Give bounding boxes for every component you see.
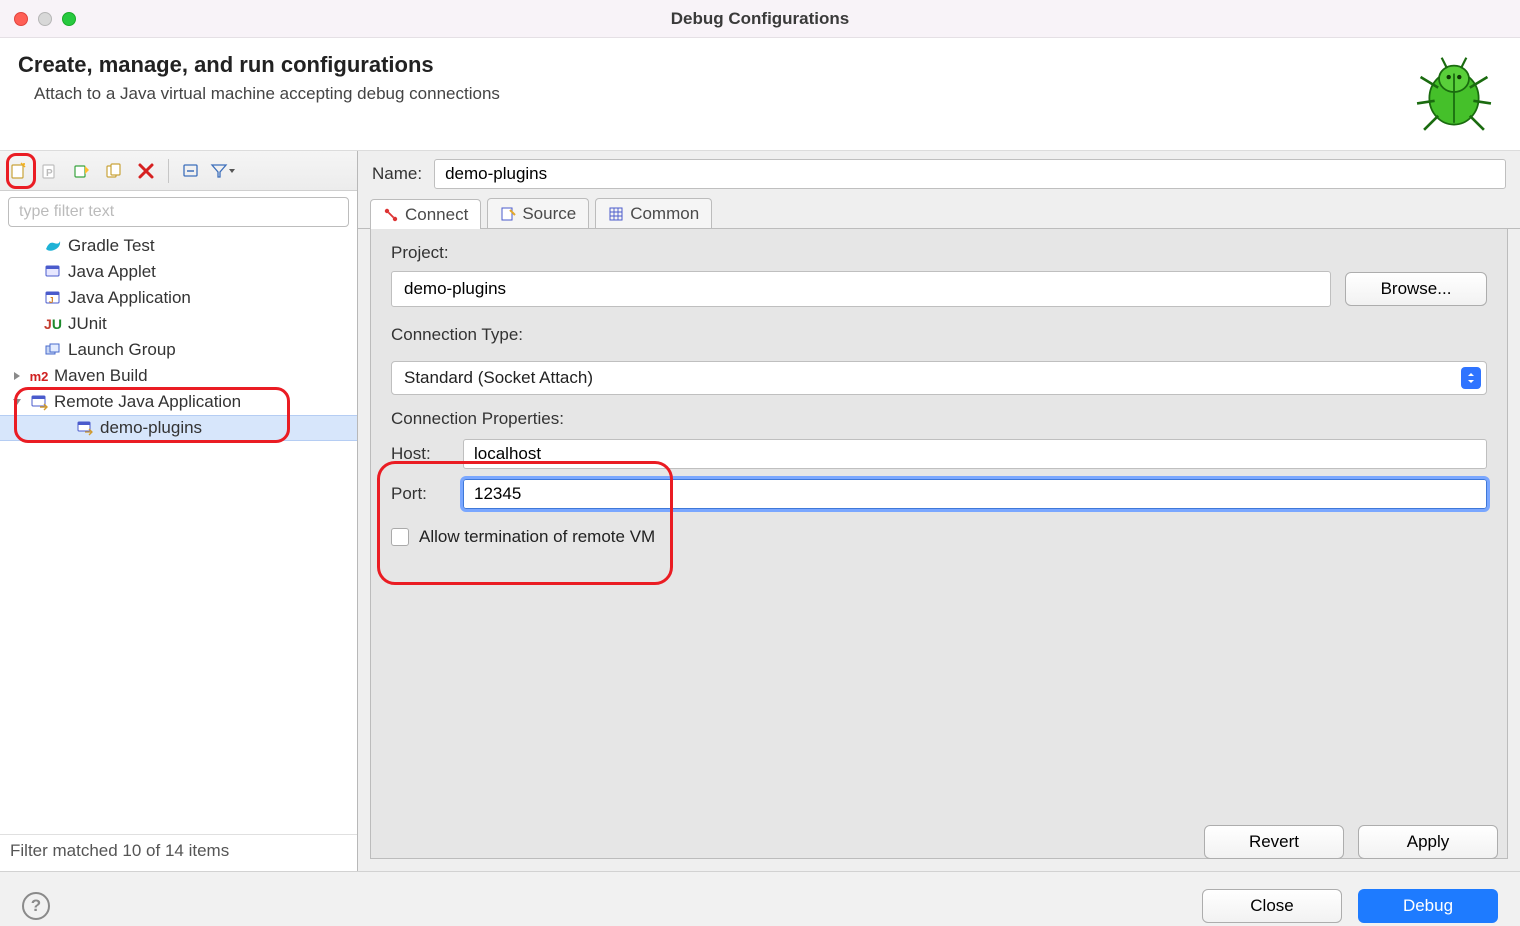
collapse-all-button[interactable] [177, 157, 205, 185]
header-title: Create, manage, and run configurations [18, 52, 500, 78]
host-label: Host: [391, 444, 451, 464]
apply-button[interactable]: Apply [1358, 825, 1498, 859]
new-config-button[interactable] [4, 157, 32, 185]
tabstrip: Connect Source Common [358, 195, 1520, 229]
browse-button[interactable]: Browse... [1345, 272, 1487, 306]
tab-common[interactable]: Common [595, 198, 712, 228]
gradle-icon [44, 237, 62, 255]
tree-label: Maven Build [54, 366, 148, 386]
connection-type-value: Standard (Socket Attach) [404, 368, 593, 388]
zoom-window-button[interactable] [62, 12, 76, 26]
tree-label: Java Applet [68, 262, 156, 282]
tree-label: Launch Group [68, 340, 176, 360]
connection-type-select[interactable]: Standard (Socket Attach) [391, 361, 1487, 395]
tab-label: Source [522, 204, 576, 224]
connection-properties-label: Connection Properties: [391, 409, 1487, 429]
name-row: Name: [358, 151, 1520, 195]
tree-item-remote-java-application[interactable]: Remote Java Application [0, 389, 357, 415]
tab-label: Connect [405, 205, 468, 225]
common-icon [608, 206, 624, 222]
connection-properties-group: Connection Properties: Host: Port: [391, 409, 1487, 509]
tree-item-junit[interactable]: JU JUnit [0, 311, 357, 337]
duplicate-config-button[interactable] [100, 157, 128, 185]
svg-text:J: J [49, 296, 53, 305]
collapse-icon[interactable] [10, 395, 24, 409]
tree-item-java-application[interactable]: J Java Application [0, 285, 357, 311]
traffic-lights [14, 12, 76, 26]
configurations-sidebar: P [0, 151, 358, 871]
allow-termination-checkbox[interactable] [391, 528, 409, 546]
host-input[interactable] [463, 439, 1487, 469]
applet-icon [44, 263, 62, 281]
expand-icon[interactable] [10, 369, 24, 383]
main-panel: Name: Connect Source Common [358, 151, 1520, 871]
tree-label: Remote Java Application [54, 392, 241, 412]
tab-content-connect: Project: Browse... Connection Type: Stan… [370, 229, 1508, 859]
export-config-button[interactable] [68, 157, 96, 185]
tab-connect[interactable]: Connect [370, 199, 481, 229]
close-window-button[interactable] [14, 12, 28, 26]
debug-button[interactable]: Debug [1358, 889, 1498, 923]
tree-item-java-applet[interactable]: Java Applet [0, 259, 357, 285]
junit-icon: JU [44, 315, 62, 333]
project-input[interactable] [391, 271, 1331, 307]
close-button[interactable]: Close [1202, 889, 1342, 923]
filter-button[interactable] [209, 157, 237, 185]
window-titlebar: Debug Configurations [0, 0, 1520, 38]
dialog-body: P [0, 151, 1520, 871]
tree-item-gradle-test[interactable]: Gradle Test [0, 233, 357, 259]
delete-config-button[interactable] [132, 157, 160, 185]
debug-bug-icon [1410, 52, 1498, 132]
port-input[interactable] [463, 479, 1487, 509]
dialog-header: Create, manage, and run configurations A… [0, 38, 1520, 151]
panel-buttons: Revert Apply [1204, 825, 1498, 859]
remote-java-config-icon [76, 419, 94, 437]
tree-item-maven-build[interactable]: m2 Maven Build [0, 363, 357, 389]
source-icon [500, 206, 516, 222]
project-label: Project: [391, 243, 1487, 263]
svg-text:P: P [46, 168, 53, 179]
configurations-tree[interactable]: Gradle Test Java Applet J Java Applicati… [0, 231, 357, 834]
name-label: Name: [372, 164, 422, 184]
connect-icon [383, 207, 399, 223]
name-input[interactable] [434, 159, 1506, 189]
minimize-window-button[interactable] [38, 12, 52, 26]
launch-group-icon [44, 341, 62, 359]
revert-button[interactable]: Revert [1204, 825, 1344, 859]
maven-icon: m2 [30, 367, 48, 385]
filter-input[interactable] [8, 197, 349, 227]
remote-java-icon [30, 393, 48, 411]
chevron-down-icon [228, 167, 236, 175]
connection-type-label: Connection Type: [391, 325, 1487, 345]
sidebar-status: Filter matched 10 of 14 items [0, 834, 357, 867]
tree-item-launch-group[interactable]: Launch Group [0, 337, 357, 363]
header-subtitle: Attach to a Java virtual machine accepti… [34, 84, 500, 104]
toolbar-separator [168, 159, 169, 183]
allow-termination-label: Allow termination of remote VM [419, 527, 655, 547]
allow-termination-row[interactable]: Allow termination of remote VM [391, 527, 1487, 547]
tab-source[interactable]: Source [487, 198, 589, 228]
window-title: Debug Configurations [0, 9, 1520, 29]
select-arrows-icon [1461, 367, 1481, 389]
tree-label: demo-plugins [100, 418, 202, 438]
dialog-footer: ? Close Debug [0, 871, 1520, 926]
tree-label: Gradle Test [68, 236, 155, 256]
java-app-icon: J [44, 289, 62, 307]
tab-label: Common [630, 204, 699, 224]
help-button[interactable]: ? [22, 892, 50, 920]
tree-label: Java Application [68, 288, 191, 308]
new-prototype-button[interactable]: P [36, 157, 64, 185]
tree-label: JUnit [68, 314, 107, 334]
port-label: Port: [391, 484, 451, 504]
sidebar-toolbar: P [0, 151, 357, 191]
tree-item-demo-plugins[interactable]: demo-plugins [0, 415, 357, 441]
